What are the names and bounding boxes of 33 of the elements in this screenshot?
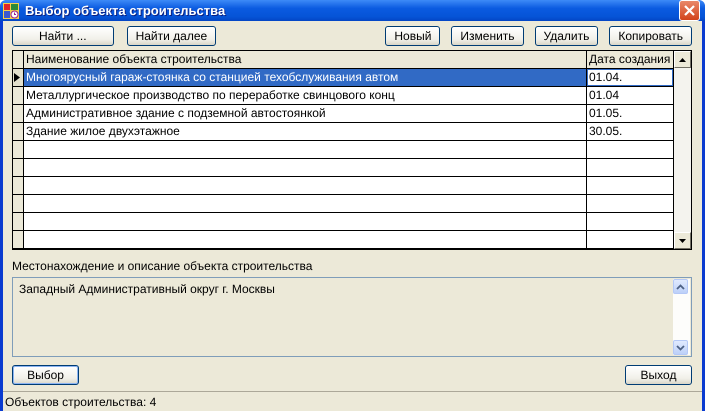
toolbar-button[interactable]: Изменить: [451, 26, 524, 46]
description-label: Местонахождение и описание объекта строительства: [12, 259, 314, 273]
table-row[interactable]: Металлургическое производство по переработке свинцового конц 01.04: [13, 87, 673, 105]
table-cell: Административное здание с подземной автостоянкой: [24, 105, 587, 122]
table-row[interactable]: Административное здание с подземной автостоянкой 01.05.: [13, 105, 673, 123]
table-cell: Многоярусный гараж-стоянка со станцией техобслуживания автом: [24, 69, 587, 86]
close-icon: [683, 4, 696, 17]
table-cell: Здание жилое двухэтажное: [24, 123, 587, 140]
exit-button[interactable]: Выход: [625, 365, 692, 385]
toolbar-button[interactable]: Найти далее: [126, 26, 216, 46]
toolbar-button[interactable]: Найти ...: [12, 26, 114, 46]
app-icon: [2, 2, 20, 20]
down-arrow-icon: [679, 238, 686, 242]
status-bar: Объектов строительства: 4: [3, 391, 702, 411]
down-chevron-icon: [676, 344, 685, 350]
table-cell-text: 01.05.: [588, 105, 624, 122]
column-header[interactable]: Наименование объекта строительства: [24, 51, 587, 68]
table-cell-text: 30.05.: [588, 123, 624, 140]
description-field[interactable]: Западный Административный округ г. Москвы: [12, 277, 692, 357]
up-chevron-icon: [676, 284, 685, 290]
toolbar-button[interactable]: Копировать: [609, 26, 692, 46]
select-button[interactable]: Выбор: [12, 365, 79, 385]
close-button[interactable]: [679, 0, 700, 21]
up-arrow-icon: [679, 58, 686, 62]
table-cell-text: 01.04: [588, 87, 620, 104]
table-cell: 01.04.: [587, 69, 673, 86]
table-row[interactable]: Здание жилое двухэтажное 30.05.: [13, 123, 673, 141]
toolbar-button[interactable]: Новый: [385, 26, 440, 46]
table-row[interactable]: Многоярусный гараж-стоянка со станцией техобслуживания автом 01.04.: [13, 69, 673, 87]
window-title: Выбор объекта строительства: [25, 3, 226, 18]
toolbar-button[interactable]: Удалить: [534, 26, 598, 46]
table-cell: Металлургическое производство по переработке свинцового конц: [24, 87, 587, 104]
column-header[interactable]: Дата создания: [587, 51, 673, 68]
